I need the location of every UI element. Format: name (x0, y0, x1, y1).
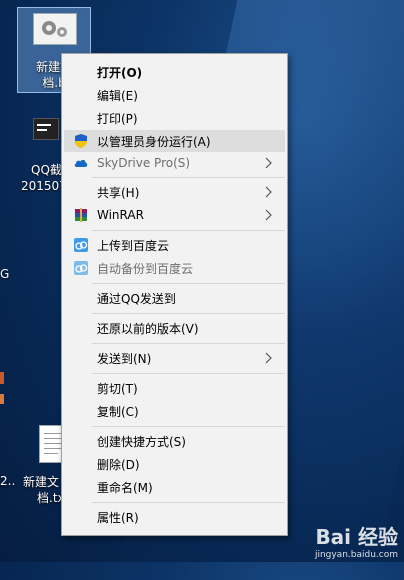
menu-item-cut[interactable]: 剪切(T) (64, 377, 285, 399)
menu-item-share[interactable]: 共享(H) (64, 181, 285, 203)
watermark-brand: Bai 经验 (315, 525, 398, 549)
menu-separator (92, 502, 285, 503)
menu-separator (92, 230, 285, 231)
gears-icon (42, 21, 67, 37)
menu-item-upload-baidu-cloud[interactable]: 上传到百度云 (64, 234, 285, 256)
menu-item-rename[interactable]: 重命名(M) (64, 476, 285, 498)
file-thumbnail-icon (33, 13, 77, 45)
menu-separator (92, 426, 285, 427)
uac-shield-icon (75, 134, 87, 148)
menu-item-winrar[interactable]: WinRAR (64, 204, 285, 226)
menu-item-restore-previous-versions[interactable]: 还原以前的版本(V) (64, 317, 285, 339)
chevron-right-icon (265, 157, 272, 169)
desktop-icon-label: 201507 (21, 179, 67, 193)
partial-icon-label: 2.. (0, 474, 16, 488)
menu-separator (92, 343, 285, 344)
menu-separator (92, 373, 285, 374)
menu-item-send-to[interactable]: 发送到(N) (64, 347, 285, 369)
chevron-right-icon (265, 352, 272, 364)
menu-item-create-shortcut[interactable]: 创建快捷方式(S) (64, 430, 285, 452)
chevron-right-icon (265, 186, 272, 198)
menu-item-skydrive-pro[interactable]: SkyDrive Pro(S) (64, 152, 285, 174)
menu-item-delete[interactable]: 删除(D) (64, 453, 285, 475)
menu-separator (92, 177, 285, 178)
menu-item-properties[interactable]: 属性(R) (64, 506, 285, 528)
menu-separator (92, 283, 285, 284)
menu-item-open[interactable]: 打开(O) (64, 61, 285, 83)
partial-icon (0, 372, 4, 384)
chevron-right-icon (265, 209, 272, 221)
menu-item-edit[interactable]: 编辑(E) (64, 84, 285, 106)
watermark-site: jingyan.baidu.com (314, 550, 398, 560)
menu-item-copy[interactable]: 复制(C) (64, 400, 285, 422)
partial-icon (0, 394, 4, 404)
context-menu: 打开(O) 编辑(E) 打印(P) 以管理员身份运行(A) SkyDrive P… (61, 53, 288, 536)
menu-item-send-via-qq[interactable]: 通过QQ发送到 (64, 287, 285, 309)
menu-separator (92, 313, 285, 314)
menu-item-print[interactable]: 打印(P) (64, 107, 285, 129)
cloud-icon (74, 159, 88, 167)
image-thumbnail-icon (33, 118, 59, 140)
menu-item-auto-backup-baidu-cloud[interactable]: 自动备份到百度云 (64, 257, 285, 279)
baidu-cloud-icon (74, 238, 88, 252)
baidu-jingyan-watermark: Bai 经验 jingyan.baidu.com (315, 521, 398, 560)
winrar-icon (75, 208, 87, 222)
menu-item-run-as-admin[interactable]: 以管理员身份运行(A) (64, 130, 285, 152)
desktop-icon-label: QQ截 (31, 163, 62, 177)
partial-icon-label: G (0, 267, 10, 281)
baidu-cloud-icon (74, 261, 88, 275)
desktop-icon-label: 新建文 (23, 475, 60, 489)
